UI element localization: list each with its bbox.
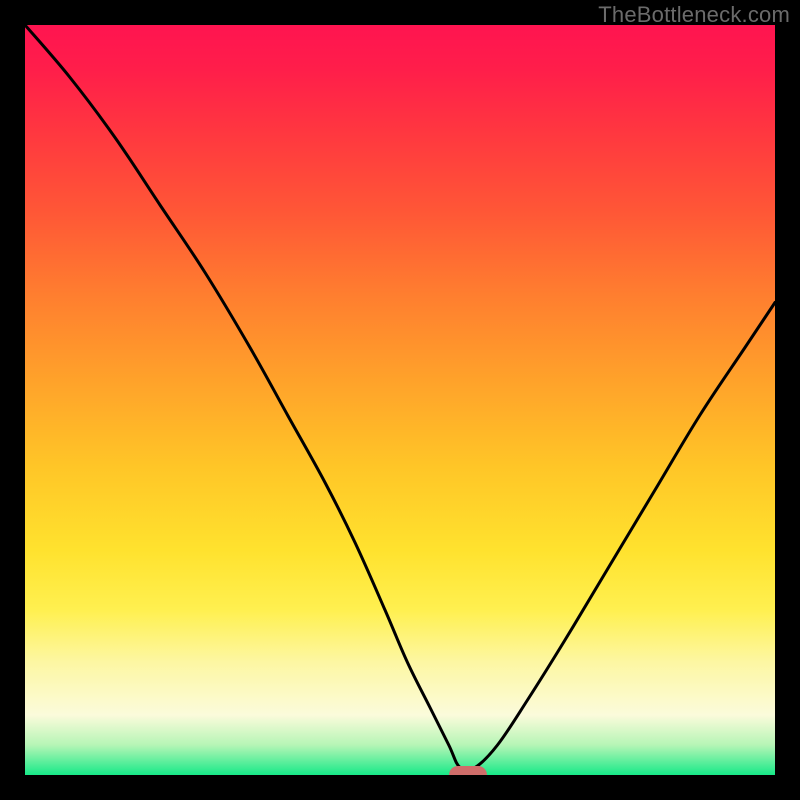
bottleneck-curve-path [25,25,775,771]
curve-layer [25,25,775,775]
plot-area [25,25,775,775]
chart-frame: TheBottleneck.com [0,0,800,800]
optimal-marker [449,766,487,775]
watermark-text: TheBottleneck.com [598,2,790,28]
